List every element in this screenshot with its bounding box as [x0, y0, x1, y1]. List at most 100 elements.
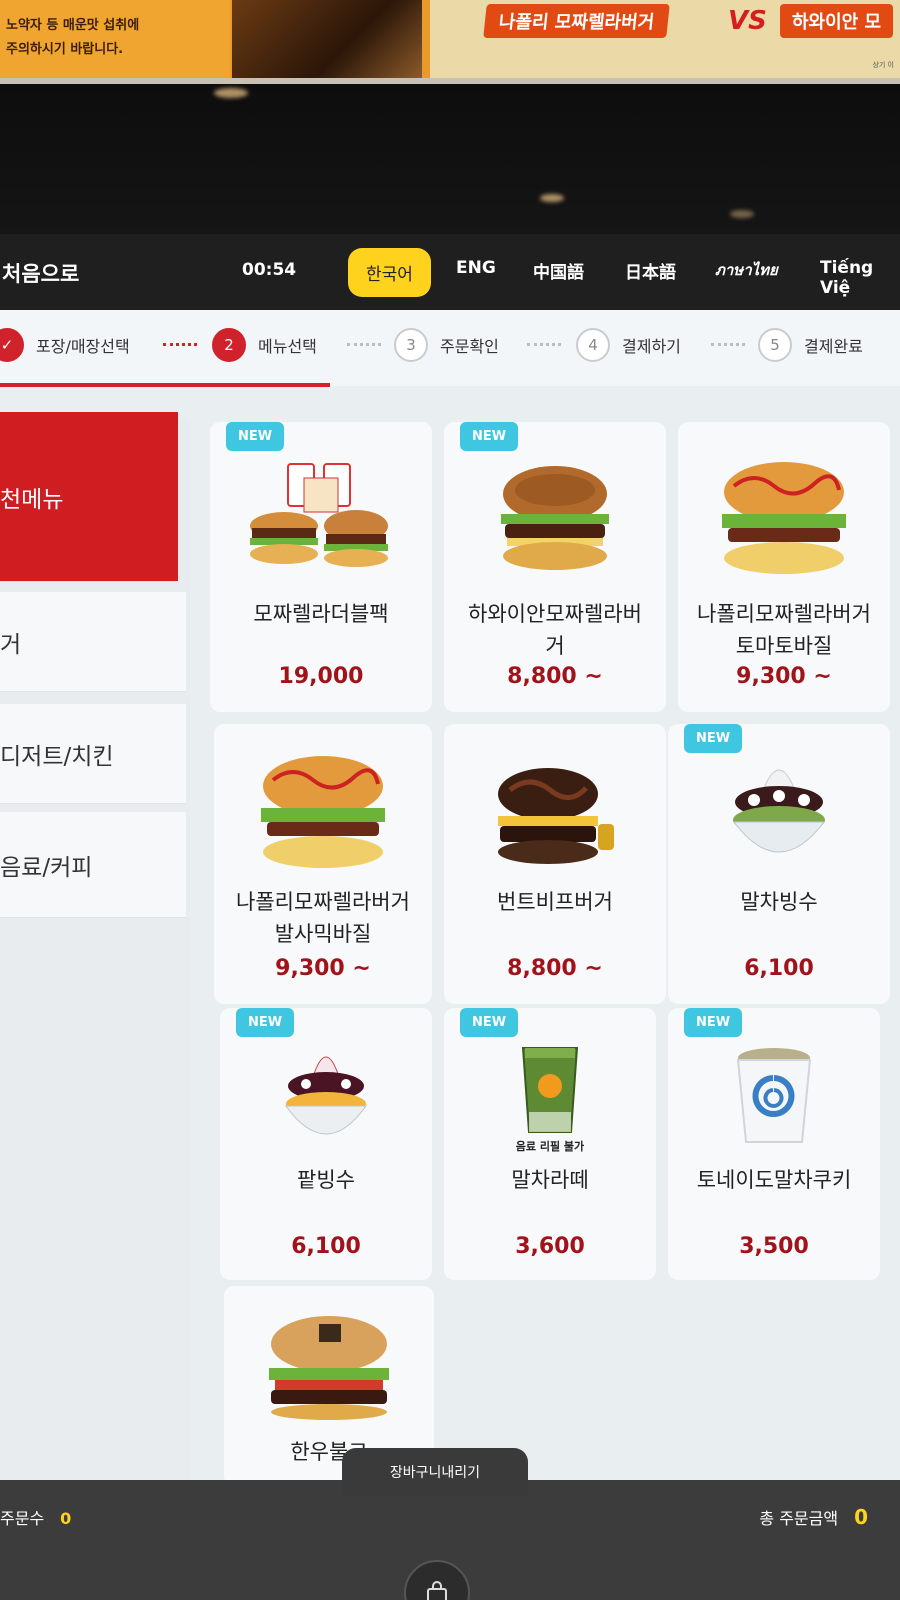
home-button[interactable]: 처음으로: [2, 258, 79, 288]
banner-promo-left: 나폴리 모짜렐라버거: [483, 4, 671, 38]
category-sidebar: 천메뉴 거 디저트/치킨 음료/커피: [0, 412, 190, 1480]
order-count: 주문수 0: [0, 1505, 71, 1529]
product-name: 나폴리모짜렐라버거발사믹바질: [236, 890, 410, 946]
banner-promo-vs: VS: [728, 6, 767, 36]
ceiling-light: [540, 194, 564, 202]
product-name: 토네이도말차쿠키: [696, 1168, 852, 1192]
new-badge: NEW: [460, 1008, 519, 1037]
lang-korean[interactable]: 한국어: [348, 248, 431, 297]
step-connector: [711, 343, 745, 346]
combo-pack-image: [250, 463, 388, 567]
banner-promo-right: 하와이안 모: [780, 4, 894, 38]
session-timer: 00:54: [242, 260, 297, 280]
banner-fine-print: 상기 이: [872, 61, 894, 69]
product-name: 하와이안모짜렐라버거: [468, 602, 642, 658]
step-connector: [527, 343, 561, 346]
burger-image: [722, 462, 846, 574]
kiosk-screen: ✓ 포장/매장선택 2 메뉴선택 3 주문확인 4 결제하기 5 결제완료 천메…: [0, 310, 900, 1480]
product-price: 3,600: [515, 1234, 585, 1259]
drink-cup-image: [521, 1047, 579, 1133]
step-number: 2: [212, 328, 246, 362]
product-price: 9,300 ~: [736, 664, 832, 689]
new-badge: NEW: [684, 724, 743, 753]
product-card[interactable]: NEW 음료 리필 불가 말차라떼 3,600: [444, 1008, 656, 1280]
step-menu: 2 메뉴선택: [212, 328, 317, 362]
product-price: 3,500: [739, 1234, 809, 1259]
ceiling-light: [730, 210, 754, 218]
order-total-value: 0: [854, 1505, 868, 1529]
banner-warning: 노약자 등 매운맛 섭취에 주의하시기 바랍니다.: [0, 0, 230, 78]
check-icon: ✓: [0, 328, 24, 362]
category-dessert-chicken[interactable]: 디저트/치킨: [0, 704, 186, 804]
category-drink-coffee[interactable]: 음료/커피: [0, 812, 186, 918]
step-label: 포장/매장선택: [36, 337, 130, 356]
bingsu-image: [732, 769, 826, 853]
promo-banner: 노약자 등 매운맛 섭취에 주의하시기 바랍니다. 나폴리 모짜렐라버거 VS …: [0, 0, 900, 84]
drink-cup-image: [736, 1048, 812, 1143]
bingsu-image: [285, 1056, 367, 1135]
lang-japanese[interactable]: 日本語: [625, 258, 676, 283]
product-card[interactable]: NEW 팥빙수 6,100: [220, 1008, 432, 1280]
step-number: 3: [394, 328, 428, 362]
step-label: 주문확인: [440, 337, 499, 356]
new-badge: NEW: [460, 422, 519, 451]
product-card[interactable]: NEW 모짜렐라더블팩 19,000: [210, 422, 432, 712]
refill-note: 음료 리필 불가: [515, 1140, 585, 1153]
product-card[interactable]: 나폴리모짜렐라버거발사믹바질 9,300 ~: [214, 724, 432, 1004]
step-number: 4: [576, 328, 610, 362]
category-recommended[interactable]: 천메뉴: [0, 412, 178, 582]
product-card[interactable]: 나폴리모짜렐라버거토마토바질 9,300 ~: [678, 422, 890, 712]
product-name: 모짜렐라더블팩: [253, 602, 389, 626]
step-number: 5: [758, 328, 792, 362]
order-steps: ✓ 포장/매장선택 2 메뉴선택 3 주문확인 4 결제하기 5 결제완료: [0, 310, 900, 387]
burger-image: [261, 756, 385, 868]
lang-thai[interactable]: ภาษาไทย: [715, 258, 778, 282]
burger-image: [498, 768, 614, 864]
cart-button[interactable]: [404, 1560, 470, 1600]
step-connector: [347, 343, 381, 346]
product-card[interactable]: NEW 말차빙수 6,100: [668, 724, 890, 1004]
step-label: 메뉴선택: [258, 337, 317, 356]
order-count-value: 0: [60, 1509, 72, 1528]
step-payment: 4 결제하기: [576, 328, 681, 362]
step-progress-bar: [0, 383, 330, 387]
banner-warning-line2: 주의하시기 바랍니다.: [6, 42, 124, 57]
kiosk-header: 처음으로 00:54 한국어 ENG 中国語 日本語 ภาษาไทย Tiếng…: [0, 234, 900, 310]
burger-image: [501, 466, 609, 570]
product-price: 6,100: [744, 956, 814, 981]
step-connector: [163, 343, 197, 346]
product-card[interactable]: NEW 하와이안모짜렐라버거 8,800 ~: [444, 422, 666, 712]
banner-warning-line1: 노약자 등 매운맛 섭취에: [6, 18, 140, 33]
new-badge: NEW: [226, 422, 285, 451]
step-label: 결제하기: [622, 337, 681, 356]
product-price: 9,300 ~: [275, 956, 371, 981]
product-name: 말차빙수: [740, 890, 818, 914]
new-badge: NEW: [236, 1008, 295, 1037]
banner-promo: 나폴리 모짜렐라버거 VS 하와이안 모 상기 이: [430, 0, 900, 78]
kiosk-bezel: [0, 84, 900, 234]
order-count-label: 주문수: [0, 1509, 45, 1528]
lang-english[interactable]: ENG: [456, 258, 496, 278]
banner-photo: [232, 0, 422, 78]
lang-chinese[interactable]: 中国語: [533, 258, 584, 283]
product-card[interactable]: NEW 토네이도말차쿠키 3,500: [668, 1008, 880, 1280]
product-price: 19,000: [278, 664, 364, 689]
burger-image: [269, 1316, 389, 1420]
product-name: 말차라떼: [511, 1168, 589, 1192]
order-total-label: 총 주문금액: [759, 1509, 839, 1528]
product-name: 나폴리모짜렐라버거토마토바질: [697, 602, 871, 658]
shopping-bag-icon: [427, 1581, 447, 1600]
step-confirm: 3 주문확인: [394, 328, 499, 362]
product-card[interactable]: 번트비프버거 8,800 ~: [444, 724, 666, 1004]
ceiling-light: [214, 88, 248, 98]
step-label: 결제완료: [804, 337, 863, 356]
product-name: 번트비프버거: [497, 890, 613, 914]
lang-vietnamese[interactable]: Tiếng Việ: [820, 258, 900, 298]
category-burger[interactable]: 거: [0, 592, 186, 692]
step-complete: 5 결제완료: [758, 328, 863, 362]
cart-collapse-tab[interactable]: 장바구니내리기: [342, 1448, 528, 1496]
product-price: 6,100: [291, 1234, 361, 1259]
step-takeout: ✓ 포장/매장선택: [0, 328, 130, 362]
order-summary-bar: 주문수 0 총 주문금액 0: [0, 1480, 900, 1600]
product-price: 8,800 ~: [507, 664, 603, 689]
